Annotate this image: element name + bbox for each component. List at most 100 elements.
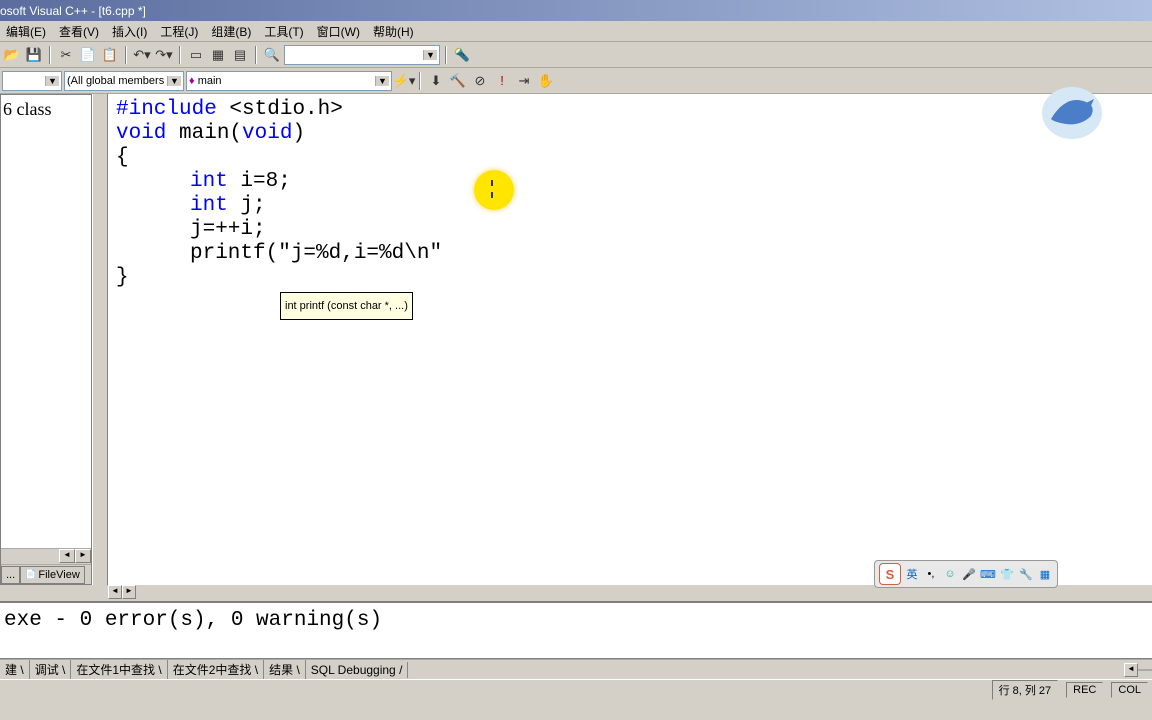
- code-line: {: [116, 146, 1144, 170]
- execute-icon[interactable]: !: [492, 71, 512, 91]
- tab-build[interactable]: 建 \: [0, 660, 30, 679]
- menu-view[interactable]: 查看(V): [53, 21, 105, 42]
- code-line: }: [116, 266, 1144, 290]
- compile-icon[interactable]: ⬇: [426, 71, 446, 91]
- tile-icon[interactable]: ▦: [208, 45, 228, 65]
- menu-help[interactable]: 帮助(H): [367, 21, 420, 42]
- menu-project[interactable]: 工程(J): [154, 21, 204, 42]
- ime-mic-icon[interactable]: 🎤: [961, 566, 977, 582]
- menu-build[interactable]: 组建(B): [205, 21, 257, 42]
- window-icon[interactable]: ▭: [186, 45, 206, 65]
- workspace-tabs: ... 📄 FileView: [1, 564, 91, 584]
- toolbar-standard: 📂 💾 ✂ 📄 📋 ↶▾ ↷▾ ▭ ▦ ▤ 🔍 ▼ 🔦: [0, 42, 1152, 68]
- build-icon[interactable]: 🔨: [448, 71, 468, 91]
- ime-logo-icon[interactable]: S: [879, 563, 901, 585]
- cursor-highlight-icon: [474, 170, 514, 210]
- ime-toolbar[interactable]: S 英 •, ☺ 🎤 ⌨ 👕 🔧 ▦: [874, 560, 1058, 588]
- find-combo[interactable]: ▼: [284, 45, 440, 65]
- vertical-ruler: [92, 94, 108, 585]
- menu-tools[interactable]: 工具(T): [258, 21, 309, 42]
- workspace: 6 class ◄ ► ... 📄 FileView #include <std…: [0, 94, 1152, 585]
- code-line: int j;: [116, 194, 1144, 218]
- stop-build-icon[interactable]: ⊘: [470, 71, 490, 91]
- ime-skin-icon[interactable]: 👕: [999, 566, 1015, 582]
- function-combo-text: ♦ main: [189, 75, 222, 87]
- code-line: printf("j=%d,i=%d\n": [116, 242, 1144, 266]
- status-bar: 行 8, 列 27 REC COL: [0, 679, 1152, 700]
- search-icon[interactable]: 🔦: [452, 45, 472, 65]
- code-line: j=++i;: [116, 218, 1144, 242]
- tooltip-text: int printf (const char *, ...): [285, 300, 408, 312]
- menu-bar: 编辑(E) 查看(V) 插入(I) 工程(J) 组建(B) 工具(T) 窗口(W…: [0, 21, 1152, 42]
- menu-window[interactable]: 窗口(W): [311, 21, 366, 42]
- copy-icon[interactable]: 📄: [78, 45, 98, 65]
- toolbar-separator: [445, 46, 447, 64]
- class-combo[interactable]: ▼: [2, 71, 62, 91]
- scroll-right-icon[interactable]: ►: [122, 585, 136, 599]
- tab-label: ...: [6, 569, 15, 581]
- horizontal-scrollbar[interactable]: ◄ ►: [1, 548, 91, 564]
- output-panel[interactable]: exe - 0 error(s), 0 warning(s): [0, 601, 1152, 659]
- tab-fileview[interactable]: 📄 FileView: [20, 566, 85, 584]
- ime-keyboard-icon[interactable]: ⌨: [980, 566, 996, 582]
- chevron-down-icon[interactable]: ▼: [167, 76, 181, 86]
- tab-classview[interactable]: ...: [1, 566, 20, 584]
- ime-tool-icon[interactable]: 🔧: [1018, 566, 1034, 582]
- toolbar-separator: [255, 46, 257, 64]
- scope-combo-text: (All global members: [67, 75, 164, 87]
- code-line: void main(void): [116, 122, 1144, 146]
- code-line: #include <stdio.h>: [116, 98, 1144, 122]
- cut-icon[interactable]: ✂: [56, 45, 76, 65]
- tab-find1[interactable]: 在文件1中查找 \: [71, 660, 167, 679]
- chevron-down-icon[interactable]: ▼: [45, 76, 59, 86]
- scroll-left-icon[interactable]: ◄: [59, 549, 75, 563]
- file-icon: 📄: [25, 569, 36, 580]
- workspace-panel: 6 class ◄ ► ... 📄 FileView: [0, 94, 92, 585]
- ime-punct-icon[interactable]: •,: [923, 566, 939, 582]
- go-icon[interactable]: ⇥: [514, 71, 534, 91]
- scope-combo[interactable]: (All global members ▼: [64, 71, 184, 91]
- save-icon[interactable]: 💾: [24, 45, 44, 65]
- status-rec: REC: [1066, 682, 1103, 698]
- scroll-left-icon[interactable]: ◄: [1124, 663, 1138, 677]
- tab-label: FileView: [38, 569, 79, 581]
- toolbar-separator: [179, 46, 181, 64]
- menu-insert[interactable]: 插入(I): [106, 21, 153, 42]
- menu-edit[interactable]: 编辑(E): [0, 21, 52, 42]
- scroll-right-icon[interactable]: ►: [75, 549, 91, 563]
- ime-settings-icon[interactable]: ▦: [1037, 566, 1053, 582]
- toolbar-separator: [49, 46, 51, 64]
- wizard-icon[interactable]: ⚡▾: [394, 71, 414, 91]
- code-line: int i=8;: [116, 170, 1144, 194]
- bird-logo-icon: [1036, 84, 1108, 142]
- ime-emoji-icon[interactable]: ☺: [942, 566, 958, 582]
- intellisense-tooltip: int printf (const char *, ...): [280, 292, 413, 320]
- status-col: COL: [1111, 682, 1148, 698]
- scroll-thumb[interactable]: [1138, 669, 1152, 671]
- toolbar-separator: [419, 72, 421, 90]
- breakpoint-icon[interactable]: ✋: [536, 71, 556, 91]
- paste-icon[interactable]: 📋: [100, 45, 120, 65]
- window-title: osoft Visual C++ - [t6.cpp *]: [0, 4, 146, 18]
- scroll-left-icon[interactable]: ◄: [108, 585, 122, 599]
- redo-icon[interactable]: ↷▾: [154, 45, 174, 65]
- ime-lang-button[interactable]: 英: [904, 566, 920, 582]
- tab-find2[interactable]: 在文件2中查找 \: [168, 660, 264, 679]
- chevron-down-icon[interactable]: ▼: [375, 76, 389, 86]
- open-icon[interactable]: 📂: [2, 45, 22, 65]
- tab-debug[interactable]: 调试 \: [30, 660, 72, 679]
- title-bar: osoft Visual C++ - [t6.cpp *]: [0, 0, 1152, 21]
- undo-icon[interactable]: ↶▾: [132, 45, 152, 65]
- tab-results[interactable]: 结果 \: [264, 660, 306, 679]
- class-view-tree[interactable]: 6 class: [1, 95, 91, 548]
- output-line: exe - 0 error(s), 0 warning(s): [4, 609, 1148, 632]
- chevron-down-icon[interactable]: ▼: [423, 50, 437, 60]
- toolbar-wizbar: ▼ (All global members ▼ ♦ main ▼ ⚡▾ ⬇ 🔨 …: [0, 68, 1152, 94]
- tab-sql[interactable]: SQL Debugging /: [306, 662, 409, 678]
- status-position: 行 8, 列 27: [992, 680, 1059, 700]
- code-editor[interactable]: #include <stdio.h> void main(void) { int…: [108, 94, 1152, 585]
- find-icon[interactable]: 🔍: [262, 45, 282, 65]
- function-combo[interactable]: ♦ main ▼: [186, 71, 392, 91]
- cascade-icon[interactable]: ▤: [230, 45, 250, 65]
- toolbar-separator: [125, 46, 127, 64]
